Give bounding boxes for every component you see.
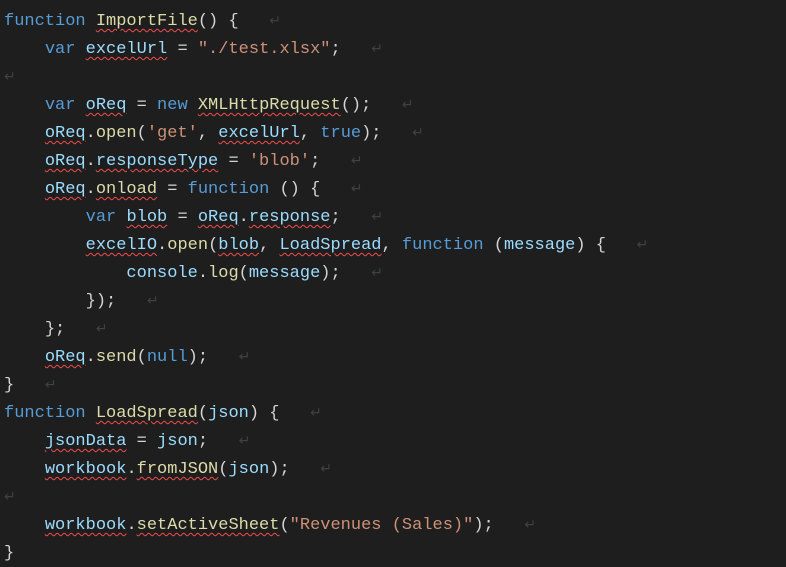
code-line: } ↵ [4,372,782,400]
code-line: excelIO.open(blob, LoadSpread, function … [4,232,782,260]
code-line: var excelUrl = "./test.xlsx"; ↵ [4,36,782,64]
code-line: oReq.responseType = 'blob'; ↵ [4,148,782,176]
code-line: oReq.onload = function () { ↵ [4,176,782,204]
code-line: workbook.fromJSON(json); ↵ [4,456,782,484]
code-line: var oReq = new XMLHttpRequest(); ↵ [4,92,782,120]
code-line: ↵ [4,484,782,512]
code-line: }; ↵ [4,316,782,344]
code-line: workbook.setActiveSheet("Revenues (Sales… [4,512,782,540]
code-line: jsonData = json; ↵ [4,428,782,456]
code-line: oReq.open('get', excelUrl, true); ↵ [4,120,782,148]
code-line: }); ↵ [4,288,782,316]
code-line: console.log(message); ↵ [4,260,782,288]
code-line: } [4,540,782,567]
code-line: var blob = oReq.response; ↵ [4,204,782,232]
code-line: function ImportFile() { ↵ [4,8,782,36]
code-line: ↵ [4,64,782,92]
code-line: function LoadSpread(json) { ↵ [4,400,782,428]
code-line: oReq.send(null); ↵ [4,344,782,372]
code-editor[interactable]: function ImportFile() { ↵ var excelUrl =… [4,8,782,567]
